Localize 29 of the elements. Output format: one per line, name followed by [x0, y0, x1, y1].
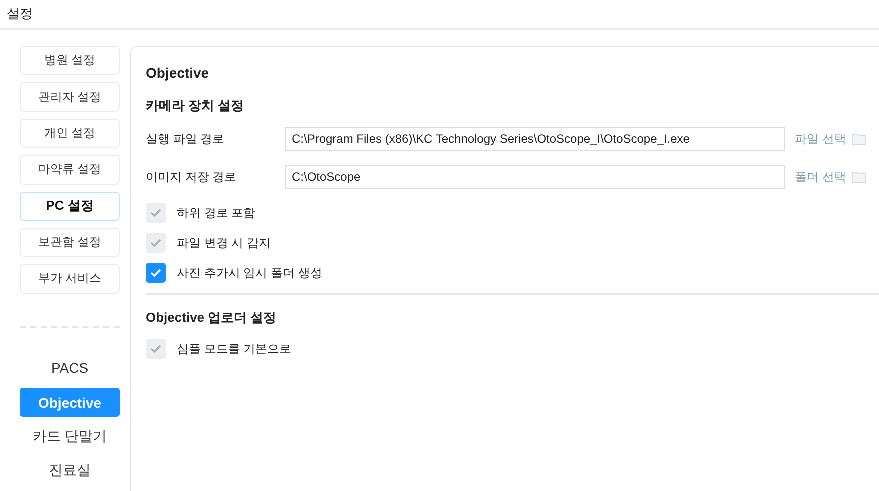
check-icon	[150, 208, 162, 218]
page-tab[interactable]: 카드 단말기	[20, 422, 120, 452]
window-title: 설정	[7, 5, 33, 23]
option-label: 파일 변경 시 감지	[177, 234, 272, 252]
settings-category-button[interactable]: 병원 설정	[20, 46, 120, 76]
option-label: 사진 추가시 임시 폴더 생성	[177, 264, 322, 282]
page-tab[interactable]: 진료실	[20, 456, 120, 486]
check-icon	[150, 344, 162, 354]
option-label: 심플 모드를 기본으로	[177, 340, 292, 358]
folder-icon[interactable]	[852, 172, 866, 182]
option-label: 하위 경로 포함	[177, 204, 256, 222]
settings-category-button[interactable]: 마약류 설정	[20, 155, 120, 184]
path-field[interactable]: C:\Program Files (x86)\KC Technology Series\OtoScope_I\OtoScope_I.exe	[285, 127, 785, 151]
settings-category-button[interactable]: 부가 서비스	[20, 264, 120, 294]
check-icon	[150, 268, 162, 278]
panel-heading: Objective	[146, 65, 210, 81]
page-tab[interactable]: PACS	[20, 354, 120, 383]
checkbox[interactable]	[146, 263, 166, 283]
check-icon	[150, 238, 162, 248]
folder-icon[interactable]	[852, 134, 866, 144]
section-title: Objective 업로더 설정	[146, 309, 277, 327]
field-label: 실행 파일 경로	[146, 130, 226, 148]
settings-category-button[interactable]: PC 설정	[20, 192, 120, 221]
field-label: 이미지 저장 경로	[146, 168, 238, 186]
path-field[interactable]: C:\OtoScope	[285, 165, 785, 189]
section-title: 카메라 장치 설정	[146, 97, 244, 115]
settings-category-button[interactable]: 관리자 설정	[20, 82, 120, 112]
settings-category-button[interactable]: 개인 설정	[20, 118, 120, 148]
settings-category-button[interactable]: 보관함 설정	[20, 228, 120, 258]
